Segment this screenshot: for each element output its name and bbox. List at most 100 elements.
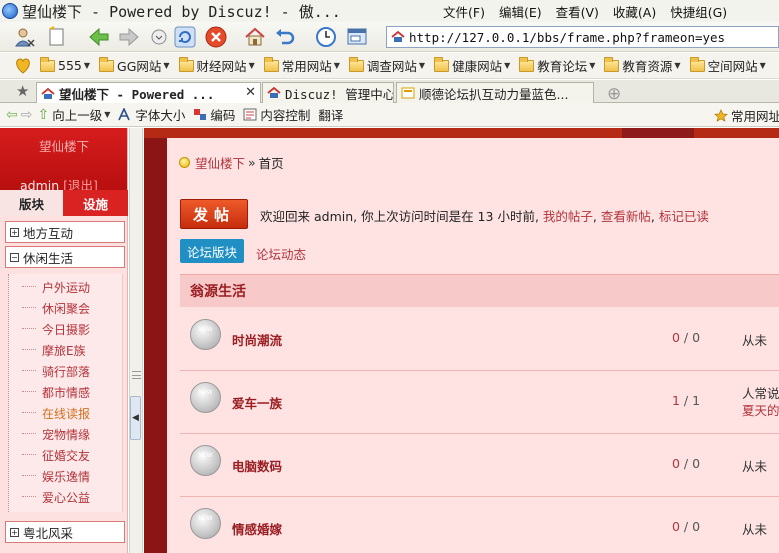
fav-folder-common[interactable]: 常用网站 ▼ [263,56,340,75]
tab-close-icon[interactable]: ✕ [245,85,256,100]
encoding-button[interactable]: 编码 [193,105,235,124]
history-clock-icon[interactable] [313,25,339,49]
category-header[interactable]: 翁源生活 [180,274,779,307]
site-favicon-icon [267,87,281,98]
font-icon [118,108,131,121]
favorites-heart-icon[interactable] [14,57,32,74]
tab-forum-sections[interactable]: 论坛版块 [180,239,244,263]
translate-button[interactable]: 翻译 [318,105,343,124]
collapse-sidebar-button[interactable]: ◀ [130,396,141,440]
forum-name-link[interactable]: 电脑数码 [232,456,282,475]
fav-folder-space[interactable]: 空间网站 ▼ [689,56,766,75]
sidebar-item-charity[interactable]: 爱心公益 [21,489,90,506]
refresh-icon[interactable] [172,25,198,49]
back-icon[interactable] [86,25,112,49]
main-content-frame: 望仙楼下 » 首页 发帖 欢迎回来 admin, 你上次访问时间是在 13 小时… [144,128,779,553]
fav-folder-health[interactable]: 健康网站 ▼ [434,56,510,75]
forum-counts: 0 / 0 [672,519,701,534]
fav-folder-555[interactable]: 555 ▼ [40,56,90,73]
fav-folder-survey[interactable]: 调查网站 ▼ [348,56,425,75]
common-sites-button[interactable]: 常用网址 [714,106,779,125]
sidebar-item-moto[interactable]: 摩旅E族 [22,342,86,359]
main-toolbar: http://127.0.0.1/bbs/frame.php?frameon=y… [0,22,779,52]
header-banner [144,128,779,138]
new-post-button[interactable]: 发帖 [180,199,248,229]
no-new-posts-icon: NEW [190,382,221,413]
sidebar-group-leisure[interactable]: − 休闲生活 [5,246,125,268]
my-posts-link[interactable]: 我的帖子 [543,209,593,224]
forum-counts: 1 / 1 [672,393,701,408]
menu-edit[interactable]: 编辑(E) [499,2,542,21]
folder-icon [519,56,535,72]
common-sites-star-icon [714,109,728,122]
new-tab-icon[interactable]: ⊕ [607,84,621,104]
font-size-button[interactable]: 字体大小 [118,105,185,124]
forum-last-post[interactable]: 人常说 夏天的 [742,385,779,419]
forum-name-link[interactable]: 情感婚嫁 [232,519,282,538]
fav-folder-finance[interactable]: 财经网站 ▼ [178,56,255,75]
menu-file[interactable]: 文件(F) [443,2,485,21]
content-control-icon [243,108,257,121]
sidebar-site-name[interactable]: 望仙楼下 [0,136,128,155]
bookmark-star-icon[interactable]: ★ [16,82,29,100]
sidebar-tab-settings[interactable]: 设施 [63,190,128,216]
new-page-icon[interactable] [44,25,70,49]
sidebar-item-pets[interactable]: 宠物情缘 [21,426,90,443]
forward-icon[interactable] [116,25,142,49]
view-new-posts-link[interactable]: 查看新帖 [601,209,651,224]
user-icon[interactable] [12,25,38,49]
site-favicon-icon [41,87,55,99]
sidebar-group-local[interactable]: + 地方互动 [5,221,125,243]
menu-view[interactable]: 查看(V) [556,2,599,21]
sidebar-tab-forums[interactable]: 版块 [0,190,63,216]
home-icon[interactable] [242,25,268,49]
fav-folder-edu-resource[interactable]: 教育资源 ▼ [604,56,681,75]
sidebar-tabs: 版块 设施 [0,190,128,216]
sidebar-item-newspaper[interactable]: 在线读报 [21,405,90,422]
window-screen-icon[interactable] [344,25,370,49]
forum-counts: 0 / 0 [672,456,701,471]
welcome-message: 欢迎回来 admin, 你上次访问时间是在 13 小时前, 我的帖子, 查看新帖… [260,209,709,224]
sidebar-item-photo[interactable]: 今日摄影 [21,321,90,338]
sidebar-item-entertainment[interactable]: 娱乐逸情 [21,468,90,485]
sidebar-header: 望仙楼下 admin [退出] [0,128,128,193]
breadcrumb-current: 首页 [258,156,284,171]
menu-quick-group[interactable]: 快捷组(G) [670,2,727,21]
sidebar-item-outdoor[interactable]: 户外运动 [21,279,90,296]
content-control-button[interactable]: 内容控制 [243,105,310,124]
sidebar-item-cycling[interactable]: 骑行部落 [21,363,90,380]
small-forward-icon[interactable]: ⇨ [21,107,33,123]
up-level-button[interactable]: ⇧ 向上一级 ▼ [35,105,110,124]
collapse-minus-icon: − [10,252,19,262]
tab-discuz-admin[interactable]: Discuz! 管理中心 [262,82,394,103]
dropdown-circle-icon[interactable] [146,25,172,49]
stop-icon[interactable] [203,25,229,49]
page-favicon-icon [401,87,415,99]
forum-last-post: 从未 [742,522,768,537]
folder-icon [263,56,279,72]
secondary-toolbar: ⇦ ⇨ ⇧ 向上一级 ▼ 字体大小 编码 内容控制 翻译 常用网址 [0,103,779,127]
frame-splitter[interactable]: ◀ [129,128,143,553]
sidebar-group-yuebei[interactable]: + 粤北风采 [5,521,125,543]
fav-folder-gg[interactable]: GG网站 ▼ [99,56,170,75]
splitter-grip-icon[interactable] [132,371,141,379]
address-bar[interactable]: http://127.0.0.1/bbs/frame.php?frameon=y… [386,26,779,48]
address-url[interactable]: http://127.0.0.1/bbs/frame.php?frameon=y… [409,30,725,45]
menu-favorites[interactable]: 收藏(A) [613,2,656,21]
undo-icon[interactable] [272,25,298,49]
mark-read-link[interactable]: 标记已读 [659,209,709,224]
sidebar-item-gathering[interactable]: 休闲聚会 [21,300,90,317]
small-back-icon[interactable]: ⇦ [6,107,18,123]
sidebar-item-emotion[interactable]: 都市情感 [21,384,90,401]
tab-shunde-forum[interactable]: 顺德论坛扒互动力量蓝色... [396,82,594,103]
forum-name-link[interactable]: 时尚潮流 [232,330,282,349]
favorites-bar: 555 ▼ GG网站 ▼ 财经网站 ▼ 常用网站 ▼ 调查网站 ▼ 健康网站 ▼ 教育论坛 ▼… [0,53,779,79]
forum-last-post: 从未 [742,459,768,474]
sidebar-item-dating[interactable]: 征婚交友 [21,447,90,464]
breadcrumb-site-link[interactable]: 望仙楼下 [195,153,245,172]
tab-forum-home[interactable]: 望仙楼下 - Powered ... ✕ [36,82,261,104]
forum-row: NEW 电脑数码 0 / 0 从未 [180,434,779,497]
forum-name-link[interactable]: 爱车一族 [232,393,282,412]
fav-folder-edu-forum[interactable]: 教育论坛 ▼ [519,56,595,75]
tab-forum-feed[interactable]: 论坛动态 [256,244,306,263]
